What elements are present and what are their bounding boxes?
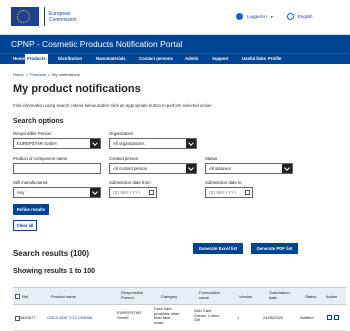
ec-logo[interactable]: European Commission (11, 7, 77, 26)
cell-rp: EUREPSTAR GmbH (117, 310, 142, 320)
copy-icon[interactable] (334, 315, 339, 320)
cell-ref: 5452677 (20, 315, 36, 320)
still-manufactured-label: Still manufactured (13, 180, 48, 185)
breadcrumb-products[interactable]: Products (30, 72, 46, 77)
breadcrumb-current: My notifications (52, 72, 80, 77)
chevron-down-icon (90, 139, 100, 148)
breadcrumb-home[interactable]: Home (13, 72, 24, 77)
nav-products[interactable]: Products (25, 54, 48, 64)
select-all-checkbox[interactable] (15, 294, 20, 299)
nav-distribution[interactable]: Distribution (56, 54, 84, 64)
language-link[interactable]: English (298, 14, 313, 19)
nav-support[interactable]: Support (210, 54, 230, 64)
search-results-title: Search results (100) (13, 249, 90, 258)
breadcrumb: Home > Products > My notifications (13, 72, 80, 77)
cell-status: Notified (300, 315, 314, 320)
generate-pdf-button[interactable]: Generate PDF list (251, 243, 298, 254)
showing-results-title: Showing results 1 to 100 (13, 268, 96, 275)
calendar-icon[interactable] (245, 190, 250, 195)
edit-icon[interactable] (327, 315, 332, 320)
app-header: CPNP - Cosmetic Products Notification Po… (0, 35, 350, 53)
top-bar: European Commission Logged in ▾ English (0, 0, 350, 35)
contact-person-label: Contact person (109, 156, 139, 161)
logged-in-link[interactable]: Logged in (247, 14, 267, 19)
th-status[interactable]: Status (305, 294, 316, 300)
th-rp[interactable]: Responsible Person (121, 290, 143, 300)
responsible-person-select[interactable]: EUREPSTAR GmbH (13, 138, 101, 149)
search-options-title: Search options (13, 118, 64, 125)
th-product[interactable]: Product name (51, 294, 76, 300)
generate-excel-button[interactable]: Generate Excel list (193, 243, 243, 254)
date-from-label: Submission date from (109, 180, 151, 185)
date-from-input[interactable]: DD-MM-YYYY (109, 187, 157, 198)
page-title: My product notifications (13, 83, 141, 95)
nav-profile[interactable]: Profile (266, 54, 283, 64)
nav-admin[interactable]: Admin (183, 54, 200, 64)
th-formulation[interactable]: Formulation name (199, 290, 220, 300)
table-row: 5452677 GOLD AGE TOX CREAM EUREPSTAR Gmb… (13, 306, 346, 331)
nav-contact-persons[interactable]: Contact persons (137, 54, 175, 64)
th-category[interactable]: Category (161, 294, 177, 300)
main-nav: Home Products Distribution Nanomaterials… (0, 53, 350, 64)
organization-label: Organization (109, 131, 134, 136)
organization-select[interactable]: All organizations (109, 138, 197, 149)
intro-text: Find information using search criteria b… (13, 103, 212, 108)
date-to-label: Submission date to (205, 180, 242, 185)
app-title: CPNP - Cosmetic Products Notification Po… (11, 39, 183, 49)
globe-icon (286, 13, 294, 20)
chevron-down-icon (186, 164, 196, 173)
cell-formulation: Skin Care Cream, Lotion, Gel (194, 308, 221, 322)
chevron-down-icon (282, 164, 292, 173)
table-header: Ref Product name Responsible Person Cate… (13, 287, 346, 305)
contact-person-select[interactable]: All contact person (109, 163, 197, 174)
th-version[interactable]: Version (239, 294, 252, 300)
chevron-down-icon (186, 139, 196, 148)
th-ref[interactable]: Ref (22, 294, 28, 300)
nav-useful-links[interactable]: Useful links (240, 54, 268, 64)
responsible-person-label: Responsible Person (13, 131, 52, 136)
nav-nanomaterials[interactable]: Nanomaterials (94, 54, 128, 64)
cell-date: 24/06/2025 (263, 315, 284, 320)
logo-line-2: Commission (49, 16, 77, 23)
th-date[interactable]: Submission date (269, 290, 290, 300)
cell-category: Face care products other than face mask (154, 306, 180, 325)
refine-results-button[interactable]: Refine results (13, 204, 49, 215)
user-icon (236, 13, 243, 20)
status-label: Status (205, 156, 218, 161)
calendar-icon[interactable] (149, 190, 154, 195)
clear-all-button[interactable]: Clear all (13, 220, 37, 231)
still-manufactured-select[interactable]: Any (13, 187, 101, 198)
chevron-down-icon: ▾ (270, 14, 273, 19)
th-action: Action (326, 294, 338, 299)
date-to-input[interactable]: DD-MM-YYYY (205, 187, 253, 198)
eu-flag-icon (11, 7, 39, 26)
status-select[interactable]: All statuses (205, 163, 293, 174)
product-name-label: Product or component name (13, 156, 68, 161)
cell-version: 1 (237, 315, 240, 320)
cell-product[interactable]: GOLD AGE TOX CREAM (47, 315, 92, 321)
chevron-down-icon (90, 188, 100, 197)
product-name-input[interactable] (13, 163, 101, 174)
